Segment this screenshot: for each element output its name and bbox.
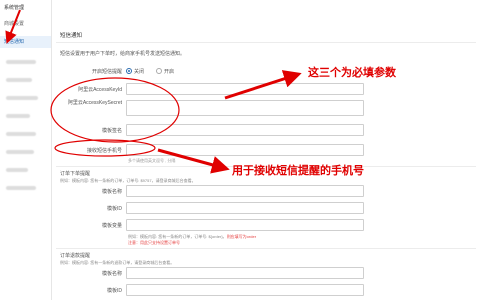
annotation-overlay [5,9,302,174]
annotation-phone-text: 用于接收短信提醒的手机号 [232,164,364,177]
arrow-sidebar [5,9,21,44]
phone-field-ellipse [54,139,156,157]
arrow-required [224,70,302,100]
required-fields-ellipse [50,77,180,143]
annotation-required-text: 这三个为必填参数 [308,66,396,79]
arrow-phone [157,148,230,174]
